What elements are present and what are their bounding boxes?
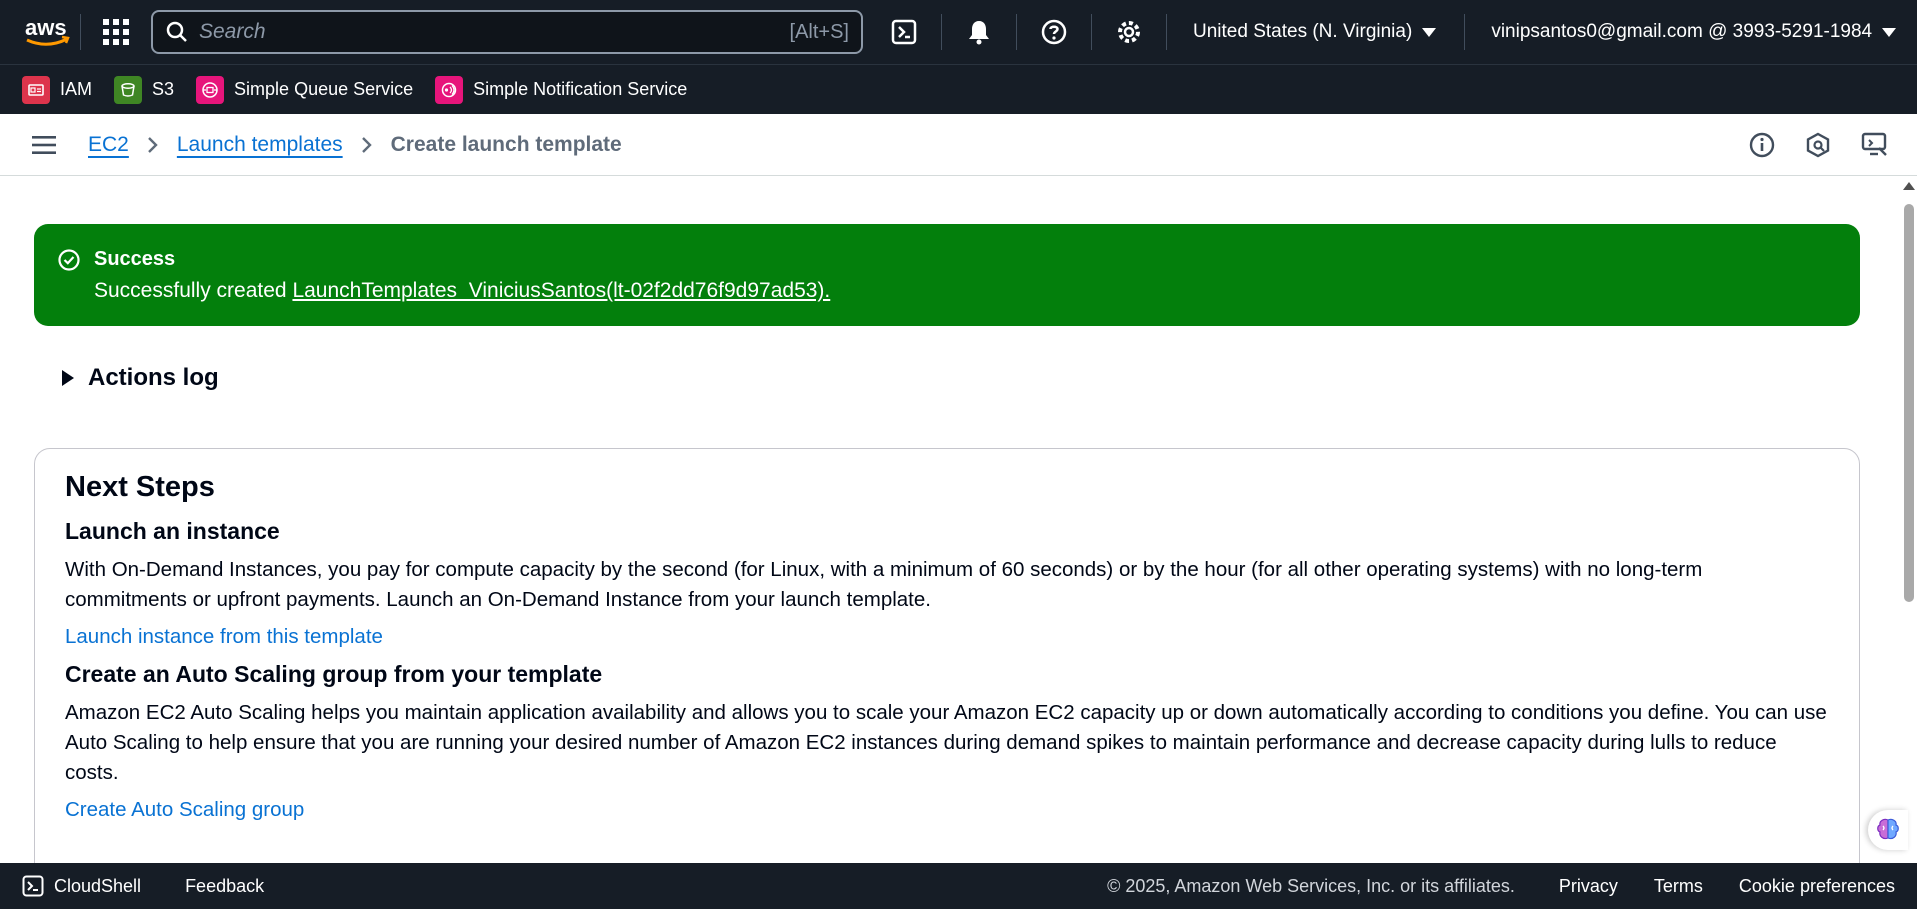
settings-button[interactable] [1092, 0, 1166, 64]
success-check-icon [58, 248, 80, 271]
console-footer: CloudShell Feedback © 2025, Amazon Web S… [0, 863, 1917, 909]
region-label: United States (N. Virginia) [1193, 21, 1413, 42]
info-icon[interactable] [1749, 132, 1775, 158]
breadcrumb-ec2[interactable]: EC2 [88, 133, 129, 157]
scroll-thumb[interactable] [1904, 204, 1914, 602]
next-steps-title: Next Steps [65, 471, 215, 503]
bell-icon [969, 21, 989, 45]
side-navigation-toggle[interactable] [0, 135, 88, 155]
breadcrumb-current: Create launch template [390, 132, 622, 156]
search-box[interactable]: [Alt+S] [151, 10, 863, 54]
help-icon [1041, 19, 1067, 45]
favorite-sqs[interactable]: Simple Queue Service [196, 75, 414, 104]
hamburger-menu-icon [32, 135, 56, 154]
brain-icon [1877, 818, 1899, 840]
grid-icon [103, 19, 129, 45]
auto-scaling-description: Amazon EC2 Auto Scaling helps you mainta… [65, 701, 1827, 784]
cloudshell-icon [891, 19, 917, 45]
help-button[interactable] [1017, 0, 1091, 64]
feedback-screen-icon[interactable] [1861, 132, 1889, 158]
favorite-label: S3 [152, 79, 175, 99]
search-icon [166, 21, 187, 42]
gear-icon [1118, 21, 1140, 43]
favorite-iam[interactable]: IAM [22, 75, 93, 104]
create-auto-scaling-group-link[interactable]: Create Auto Scaling group [65, 798, 304, 822]
services-menu-button[interactable] [81, 0, 151, 64]
launch-instance-description: With On-Demand Instances, you pay for co… [65, 558, 1703, 611]
cloudshell-label: CloudShell [54, 875, 142, 896]
aws-logo[interactable]: aws [14, 0, 80, 64]
top-navigation: aws [Alt+S] [0, 0, 1917, 64]
favorite-label: Simple Queue Service [234, 79, 414, 99]
favorite-label: IAM [60, 79, 93, 99]
privacy-link[interactable]: Privacy [1559, 876, 1618, 897]
page-utility-icons [1749, 114, 1889, 176]
search-input[interactable] [199, 20, 790, 44]
account-menu[interactable]: vinipsantos0@gmail.com @ 3993-5291-1984 [1465, 0, 1897, 64]
caret-down-icon [1882, 27, 1897, 37]
cloudshell-button[interactable] [867, 0, 941, 64]
breadcrumb-bar: EC2 Launch templates Create launch templ… [0, 114, 1917, 176]
auto-scaling-heading: Create an Auto Scaling group from your t… [65, 661, 603, 687]
caret-down-icon [1422, 27, 1437, 37]
actions-log-toggle[interactable]: Actions log [62, 364, 219, 392]
assistant-launcher[interactable] [1868, 810, 1908, 850]
cloudshell-icon [22, 875, 44, 897]
terms-link[interactable]: Terms [1654, 876, 1703, 897]
copyright-text: © 2025, Amazon Web Services, Inc. or its… [1107, 875, 1515, 896]
iam-service-icon [22, 75, 50, 104]
chevron-right-icon [147, 136, 159, 154]
chevron-right-icon [361, 136, 373, 154]
launch-instance-link[interactable]: Launch instance from this template [65, 625, 383, 649]
favorite-label: Simple Notification Service [473, 79, 688, 99]
favorites-bar: IAM S3 Simple Queue Service Simple Notif… [0, 64, 1917, 114]
sqs-service-icon [196, 75, 225, 104]
favorite-s3[interactable]: S3 [114, 75, 175, 104]
scroll-up-arrow-icon[interactable] [1903, 182, 1915, 190]
notifications-button[interactable] [942, 0, 1016, 64]
aws-logo-text: aws [25, 15, 67, 40]
caret-right-icon [62, 370, 74, 386]
s3-service-icon [114, 75, 143, 104]
flash-title: Success [94, 248, 176, 270]
amazon-q-icon[interactable] [1805, 132, 1831, 158]
cloudshell-footer-button[interactable]: CloudShell [22, 875, 141, 897]
flash-message: Successfully created [94, 279, 293, 302]
launch-template-link[interactable]: LaunchTemplates_ViniciusSantos(lt-02f2dd… [292, 279, 830, 302]
actions-log-label: Actions log [88, 364, 219, 391]
sns-service-icon [435, 75, 464, 104]
account-label: vinipsantos0@gmail.com @ 3993-5291-1984 [1491, 21, 1873, 42]
feedback-link[interactable]: Feedback [185, 876, 264, 897]
cookie-preferences-link[interactable]: Cookie preferences [1739, 876, 1895, 897]
success-flashbar: Success Successfully created LaunchTempl… [34, 224, 1860, 326]
launch-instance-heading: Launch an instance [65, 518, 280, 544]
breadcrumb-launch-templates[interactable]: Launch templates [177, 133, 343, 157]
search-shortcut: [Alt+S] [789, 20, 849, 43]
page-scrollbar[interactable] [1900, 176, 1917, 863]
main-content: Success Successfully created LaunchTempl… [0, 176, 1900, 863]
region-selector[interactable]: United States (N. Virginia) [1167, 0, 1464, 64]
next-steps-panel: Next Steps Launch an instance With On-De… [34, 448, 1860, 863]
favorite-sns[interactable]: Simple Notification Service [435, 75, 688, 104]
